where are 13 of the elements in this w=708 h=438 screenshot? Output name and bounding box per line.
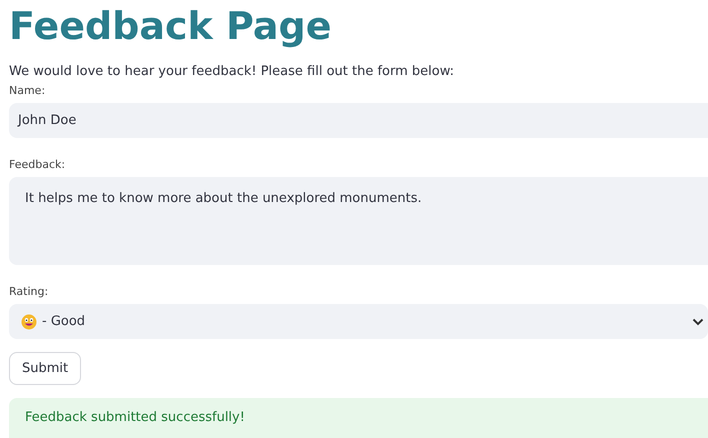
success-message: Feedback submitted successfully!: [25, 410, 245, 425]
intro-text: We would love to hear your feedback! Please fill out the form below:: [9, 64, 456, 80]
page-title: Feedback Page: [9, 4, 332, 48]
field-value: John Doe: [18, 113, 76, 128]
field-label: Feedback:: [9, 158, 66, 172]
submit-button[interactable]: Submit: [9, 352, 82, 385]
name-field[interactable]: John Doe: [9, 103, 708, 138]
feedback-field[interactable]: It helps me to know more about the unexplored monuments.: [9, 177, 708, 265]
field-label: Name:: [9, 84, 46, 98]
chevron-down-icon: [692, 318, 704, 326]
rating-dropdown[interactable]: - Good: [9, 304, 708, 339]
field-label: Rating:: [9, 285, 50, 299]
smiley-icon: [21, 314, 37, 330]
